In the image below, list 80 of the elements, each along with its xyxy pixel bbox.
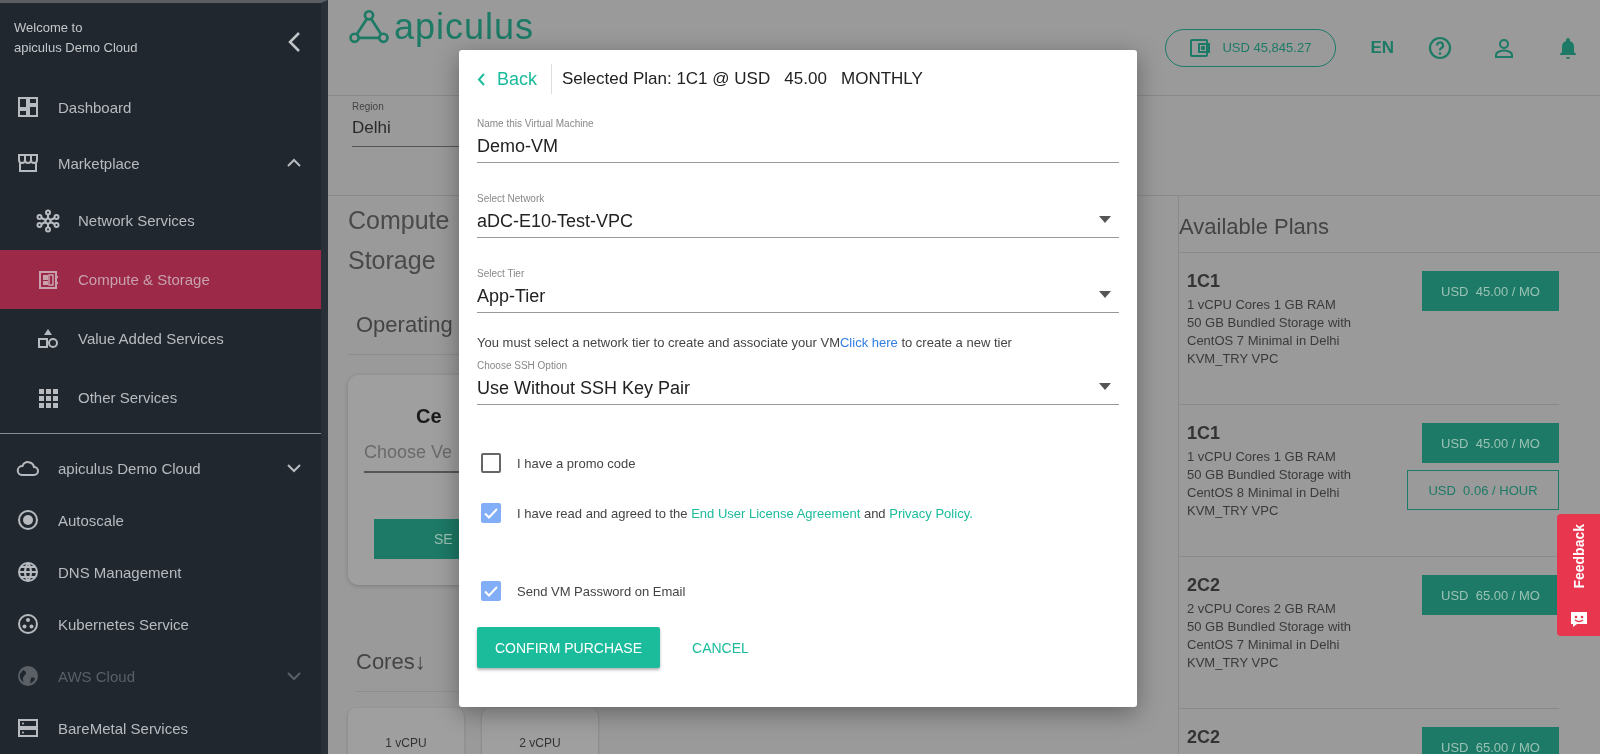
plan-detail: 50 GB Bundled Storage with — [1187, 466, 1353, 484]
link[interactable]: Privacy Policy. — [889, 505, 973, 521]
chevron-left-icon[interactable] — [287, 31, 301, 53]
select-field[interactable]: Select Network aDC-E10-Test-VPC — [477, 193, 1119, 238]
sidebar-item[interactable]: apiculus Demo Cloud — [0, 442, 321, 494]
sidebar-item[interactable]: Other Services — [0, 368, 321, 427]
price-button[interactable]: USD 65.00 / MO — [1422, 575, 1559, 615]
select-field[interactable]: Choose SSH Option Use Without SSH Key Pair — [477, 360, 1119, 405]
dialog-title: Selected Plan: 1C1 @ USD 45.00 MONTHLY — [562, 69, 923, 89]
sidebar-item[interactable]: Autoscale — [0, 494, 321, 546]
chevron-down-icon — [287, 671, 301, 681]
radio-icon — [16, 508, 40, 532]
back-button[interactable]: Back — [477, 64, 553, 94]
feedback-tab[interactable]: Feedback — [1557, 514, 1600, 636]
smile-icon — [1568, 610, 1589, 628]
core-option[interactable]: 1 vCPU — [348, 708, 464, 754]
server-icon — [16, 716, 40, 740]
sidebar-item[interactable]: DNS Management — [0, 546, 321, 598]
cancel-button[interactable]: CANCEL — [690, 627, 751, 668]
sidebar-item[interactable]: Marketplace — [0, 135, 321, 191]
checkbox-label: Send VM Password on Email — [517, 583, 686, 599]
plan-name: 1C1 — [1187, 271, 1222, 292]
logo-icon — [348, 9, 390, 45]
price-button[interactable]: USD 45.00 / MO — [1422, 423, 1559, 463]
chevron-left-icon — [477, 72, 485, 86]
price-button[interactable]: USD 45.00 / MO — [1422, 271, 1559, 311]
chevron-up-icon — [287, 158, 301, 168]
plan-detail: CentOS 8 Minimal in Delhi — [1187, 484, 1341, 502]
sidebar-item[interactable]: Network Services — [0, 191, 321, 250]
sidebar-item[interactable]: Value Added Services — [0, 309, 321, 368]
logo-text: apiculus — [394, 8, 535, 46]
panel-title: Available Plans — [1179, 214, 1600, 253]
help-icon[interactable] — [1428, 35, 1452, 60]
plan-name: 1C1 — [1187, 423, 1222, 444]
check-icon — [484, 585, 498, 597]
link[interactable]: Click here — [840, 335, 898, 350]
dashboard-icon — [16, 95, 40, 119]
plan-name: 2C2 — [1187, 575, 1222, 596]
helper-text: You must select a network tier to create and associate your VMClick here to create a new tier — [477, 335, 1013, 350]
plan-detail: KVM_TRY VPC — [1187, 502, 1280, 520]
store-icon — [16, 151, 40, 175]
cluster-icon — [16, 612, 40, 636]
page-heading: Compute — [348, 205, 450, 236]
plan-detail: 2 vCPU Cores 2 GB RAM — [1187, 600, 1337, 618]
plan-detail: 1 vCPU Cores 1 GB RAM — [1187, 448, 1337, 466]
link[interactable]: End User License Agreement — [691, 505, 861, 521]
card-title: Ce — [416, 405, 443, 428]
checkbox-label: I have read and agreed to the End User License Agreement and Privacy Policy. — [517, 505, 973, 521]
globe-icon — [16, 560, 40, 584]
plan-detail: CentOS 7 Minimal in Delhi — [1187, 332, 1341, 350]
plan-detail: 50 GB Bundled Storage with — [1187, 314, 1353, 332]
welcome-text: Welcome to apiculus Demo Cloud — [14, 19, 138, 57]
core-option[interactable]: 2 vCPU — [482, 708, 598, 754]
sidebar-item[interactable]: Compute & Storage — [0, 250, 321, 309]
checkbox-label: I have a promo code — [517, 455, 636, 471]
price-button[interactable]: USD 65.00 / MO — [1422, 727, 1559, 754]
caret-icon — [1099, 216, 1111, 223]
checkbox[interactable] — [481, 503, 501, 523]
globe-icon — [16, 664, 40, 688]
plan-detail: KVM_TRY VPC — [1187, 654, 1280, 672]
plan-name: 2C2 — [1187, 727, 1222, 748]
checkbox[interactable] — [481, 581, 501, 601]
plan-detail: 1 vCPU Cores 1 GB RAM — [1187, 296, 1337, 314]
checkbox[interactable] — [481, 453, 501, 473]
network-icon — [36, 208, 60, 233]
sidebar-item[interactable]: Kubernetes Service — [0, 598, 321, 650]
plan-detail: CentOS 7 Minimal in Delhi — [1187, 636, 1341, 654]
chevron-down-icon — [287, 463, 301, 473]
check-icon — [484, 507, 498, 519]
select-field[interactable]: Select Tier App-Tier — [477, 268, 1119, 313]
wallet-icon — [1190, 38, 1211, 57]
text-field[interactable]: Name this Virtual Machine Demo-VM — [477, 118, 1119, 163]
confirm-button[interactable]: CONFIRM PURCHASE — [477, 627, 660, 668]
page-heading: Storage — [348, 245, 436, 276]
sidebar-item[interactable]: Dashboard — [0, 79, 321, 135]
sidebar-item[interactable]: BareMetal Services — [0, 702, 321, 754]
caret-icon — [1099, 383, 1111, 390]
caret-icon — [1099, 291, 1111, 298]
plan-detail: KVM_TRY VPC — [1187, 350, 1280, 368]
plan-detail: 50 GB Bundled Storage with — [1187, 618, 1353, 636]
